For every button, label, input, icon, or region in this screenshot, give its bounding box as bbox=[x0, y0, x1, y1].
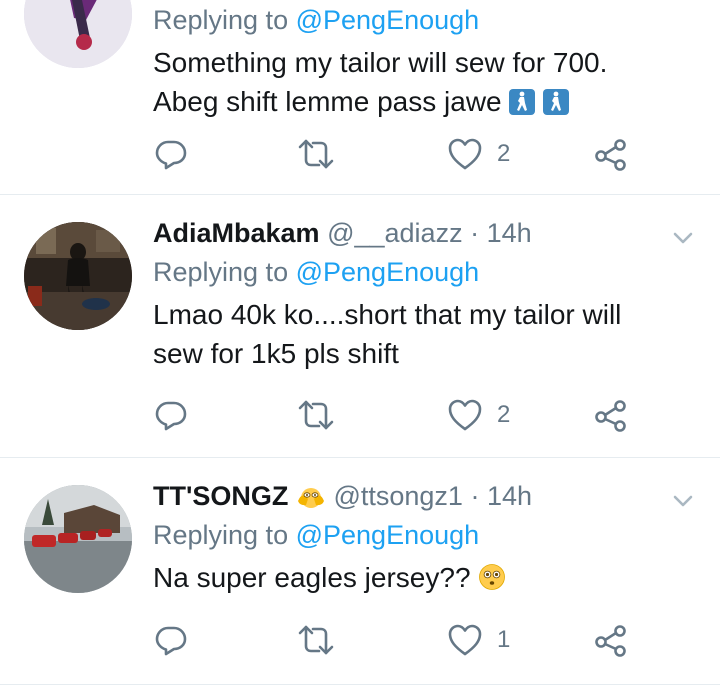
tweet-text-line: Something my tailor will sew for 700. bbox=[153, 47, 608, 78]
tweet-text-line: Na super eagles jersey?? bbox=[153, 562, 471, 593]
share-button[interactable] bbox=[593, 620, 629, 660]
heart-icon bbox=[447, 623, 483, 657]
tweet-text: Na super eagles jersey?? bbox=[153, 558, 700, 601]
display-name[interactable]: TT'SONGZ bbox=[153, 481, 288, 511]
reply-icon bbox=[153, 397, 189, 433]
chevron-down-icon[interactable] bbox=[670, 488, 696, 514]
retweet-button[interactable] bbox=[297, 134, 335, 174]
reply-button[interactable] bbox=[153, 134, 189, 174]
tweet-header: TT'SONGZ @ttsongz1 · 14h bbox=[153, 479, 700, 513]
tweet-text-line: sew for 1k5 pls shift bbox=[153, 338, 399, 369]
share-icon bbox=[593, 136, 629, 172]
user-handle[interactable]: @__adiazz bbox=[327, 218, 463, 248]
pedestrian-emoji bbox=[509, 86, 536, 125]
timestamp[interactable]: 14h bbox=[487, 218, 532, 248]
like-button[interactable]: 1 bbox=[447, 620, 510, 660]
reply-button[interactable] bbox=[153, 620, 189, 660]
retweet-icon bbox=[297, 136, 335, 172]
reply-icon bbox=[153, 622, 189, 658]
replying-prefix: Replying to bbox=[153, 5, 289, 35]
tweet-text: Lmao 40k ko....short that my tailor will… bbox=[153, 295, 700, 373]
share-icon bbox=[593, 397, 629, 433]
avatar[interactable] bbox=[24, 0, 132, 68]
heart-icon bbox=[447, 137, 483, 171]
retweet-button[interactable] bbox=[297, 395, 335, 435]
tweet-header: AdiaMbakam @__adiazz · 14h bbox=[153, 216, 700, 250]
tweet-actions: 2 bbox=[153, 395, 633, 435]
tweet-text-line: Lmao 40k ko....short that my tailor will bbox=[153, 299, 622, 330]
like-count: 2 bbox=[497, 401, 511, 428]
retweet-icon bbox=[297, 622, 335, 658]
retweet-icon bbox=[297, 397, 335, 433]
tweet-text: Something my tailor will sew for 700. Ab… bbox=[153, 43, 700, 125]
like-count: 2 bbox=[497, 140, 511, 167]
tweet-actions: 2 bbox=[153, 134, 633, 174]
replying-to: Replying to @PengEnough bbox=[153, 252, 700, 292]
timestamp[interactable]: 14h bbox=[487, 481, 532, 511]
like-count: 1 bbox=[497, 626, 511, 653]
separator-dot: · bbox=[470, 481, 480, 511]
reply-icon bbox=[153, 136, 189, 172]
share-button[interactable] bbox=[593, 395, 629, 435]
tweet-item[interactable]: AdiaMbakam @__adiazz · 14h Replying to @… bbox=[0, 195, 720, 458]
like-button[interactable]: 2 bbox=[447, 134, 510, 174]
separator-dot: · bbox=[470, 218, 480, 248]
tweet-item[interactable]: TT'SONGZ @ttsongz1 · 14h Replying to @Pe… bbox=[0, 458, 720, 685]
tweet-item[interactable]: Replying to @PengEnough Something my tai… bbox=[0, 0, 720, 195]
like-button[interactable]: 2 bbox=[447, 395, 510, 435]
reply-button[interactable] bbox=[153, 395, 189, 435]
replying-prefix: Replying to bbox=[153, 257, 289, 287]
retweet-button[interactable] bbox=[297, 620, 335, 660]
share-button[interactable] bbox=[593, 134, 629, 174]
heart-icon bbox=[447, 398, 483, 432]
replying-to: Replying to @PengEnough bbox=[153, 515, 700, 555]
mention-link[interactable]: @PengEnough bbox=[296, 257, 480, 287]
tweet-actions: 1 bbox=[153, 620, 633, 660]
user-handle[interactable]: @ttsongz1 bbox=[333, 481, 462, 511]
chevron-down-icon[interactable] bbox=[670, 225, 696, 251]
avatar[interactable] bbox=[24, 222, 132, 330]
display-name[interactable]: AdiaMbakam bbox=[153, 218, 320, 248]
replying-to: Replying to @PengEnough bbox=[153, 0, 700, 40]
flushed-face-emoji bbox=[478, 562, 506, 601]
share-icon bbox=[593, 622, 629, 658]
avatar[interactable] bbox=[24, 485, 132, 593]
pedestrian-emoji bbox=[543, 86, 570, 125]
mention-link[interactable]: @PengEnough bbox=[296, 520, 480, 550]
replying-prefix: Replying to bbox=[153, 520, 289, 550]
mention-link[interactable]: @PengEnough bbox=[296, 5, 480, 35]
tweet-text-span: Abeg shift lemme pass jawe bbox=[153, 86, 502, 117]
tweet-text-line: Abeg shift lemme pass jawe bbox=[153, 82, 700, 125]
hiding-face-emoji bbox=[296, 483, 326, 517]
